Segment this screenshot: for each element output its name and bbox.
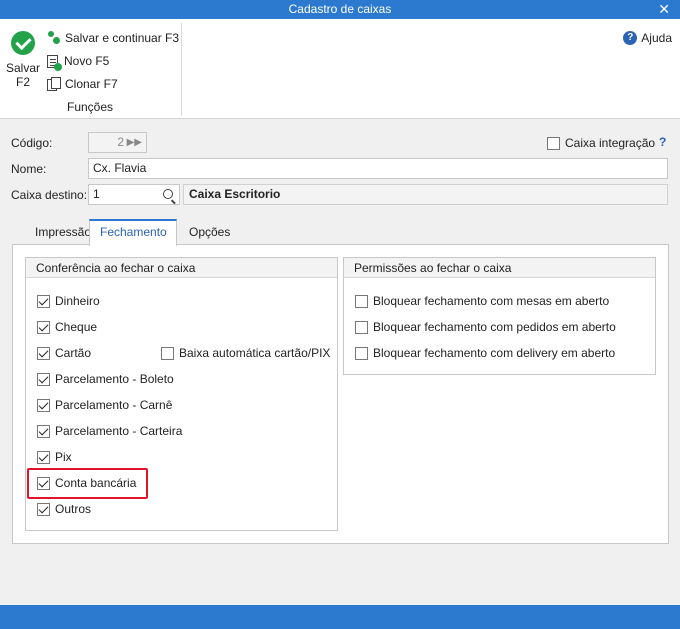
chk-label: Bloquear fechamento com delivery em aber… [373, 346, 616, 360]
chk-label: Parcelamento - Boleto [55, 372, 174, 386]
question-icon[interactable]: ? [659, 135, 666, 149]
close-icon[interactable]: ✕ [658, 0, 670, 18]
chk-label: Parcelamento - Carteira [55, 424, 183, 438]
status-bar [0, 605, 680, 629]
help-icon: ? [623, 31, 638, 45]
save-shortcut: F2 [15, 75, 30, 89]
chk-label: Pix [55, 450, 72, 464]
clone-icon [47, 77, 61, 91]
tab-fechamento[interactable]: Fechamento [89, 219, 177, 246]
help-button[interactable]: ? Ajuda [623, 31, 672, 45]
save-button[interactable]: Salvar F2 [4, 31, 42, 89]
ribbon-group-label: Funções [66, 100, 114, 114]
checkbox-box[interactable] [355, 294, 368, 308]
codigo-field: 2 ▶▶ [88, 132, 147, 153]
checkbox-box[interactable] [37, 320, 50, 334]
highlight-box [27, 468, 148, 499]
caixa-integracao-label: Caixa integração [565, 136, 656, 150]
tab-panel: Conferência ao fechar o caixa Permissões… [12, 244, 669, 544]
window-titlebar: Cadastro de caixas ✕ [0, 0, 680, 19]
nome-value: Cx. Flavia [93, 161, 147, 175]
chk-bloquear-delivery[interactable]: Bloquear fechamento com delivery em aber… [355, 345, 615, 361]
save-continue-button[interactable]: Salvar e continuar F3 [47, 29, 179, 47]
codigo-label: Código: [11, 136, 53, 150]
checkbox-box[interactable] [37, 424, 50, 438]
checkbox-box[interactable] [37, 346, 50, 360]
nome-input[interactable]: Cx. Flavia [88, 158, 668, 179]
chk-label: Baixa automática cartão/PIX [179, 346, 331, 360]
chk-cheque[interactable]: Cheque [37, 319, 97, 335]
chk-label: Bloquear fechamento com pedidos em abert… [373, 320, 616, 334]
clonar-label: Clonar F7 [65, 77, 118, 91]
help-label: Ajuda [641, 31, 672, 45]
caixa-destino-value: 1 [93, 187, 100, 201]
next-arrow-icon[interactable]: ▶▶ [127, 133, 142, 152]
ribbon: Salvar F2 Salvar e continuar F3 Novo F5 … [0, 19, 680, 119]
check-circle-icon [11, 31, 35, 55]
novo-button[interactable]: Novo F5 [47, 52, 110, 71]
chk-label: Bloquear fechamento com mesas em aberto [373, 294, 610, 308]
caixa-destino-label: Caixa destino: [11, 188, 88, 202]
codigo-value: 2 [117, 135, 124, 149]
chk-baixa-automatica[interactable]: Baixa automática cartão/PIX [161, 345, 330, 361]
chk-outros[interactable]: Outros [37, 501, 91, 517]
new-document-icon [47, 54, 62, 71]
chk-label: Cartão [55, 346, 92, 360]
chk-pix[interactable]: Pix [37, 449, 72, 465]
checkbox-box[interactable] [37, 450, 50, 464]
chk-label: Outros [55, 502, 92, 516]
clonar-button[interactable]: Clonar F7 [47, 75, 118, 93]
search-icon[interactable] [163, 189, 173, 199]
chk-label: Cheque [55, 320, 98, 334]
window-title: Cadastro de caixas [288, 2, 392, 16]
caixa-integracao-checkbox[interactable]: Caixa integração [547, 135, 655, 151]
save-continue-icon [47, 31, 61, 45]
checkbox-box[interactable] [37, 398, 50, 412]
checkbox-box[interactable] [37, 372, 50, 386]
save-label: Salvar [5, 61, 40, 75]
chk-parcelamento-boleto[interactable]: Parcelamento - Boleto [37, 371, 174, 387]
chk-parcelamento-carne[interactable]: Parcelamento - Carnê [37, 397, 172, 413]
chk-bloquear-mesas[interactable]: Bloquear fechamento com mesas em aberto [355, 293, 609, 309]
checkbox-box[interactable] [37, 502, 50, 516]
ribbon-divider [181, 23, 182, 116]
chk-label: Parcelamento - Carnê [55, 398, 173, 412]
caixa-integracao-box[interactable] [547, 136, 560, 150]
chk-cartao[interactable]: Cartão [37, 345, 91, 361]
checkbox-box[interactable] [355, 346, 368, 360]
checkbox-box[interactable] [161, 346, 174, 360]
chk-dinheiro[interactable]: Dinheiro [37, 293, 100, 309]
checkbox-box[interactable] [355, 320, 368, 334]
permissoes-title: Permissões ao fechar o caixa [344, 258, 655, 278]
caixa-destino-input[interactable]: 1 [88, 184, 180, 205]
nome-label: Nome: [11, 162, 47, 176]
chk-label: Dinheiro [55, 294, 100, 308]
chk-bloquear-pedidos[interactable]: Bloquear fechamento com pedidos em abert… [355, 319, 616, 335]
novo-label: Novo F5 [64, 54, 110, 68]
conferencia-title: Conferência ao fechar o caixa [26, 258, 337, 278]
tab-opcoes[interactable]: Opções [179, 219, 239, 245]
chk-parcelamento-carteira[interactable]: Parcelamento - Carteira [37, 423, 182, 439]
checkbox-box[interactable] [37, 294, 50, 308]
save-continue-label: Salvar e continuar F3 [65, 31, 180, 45]
caixa-destino-name: Caixa Escritorio [183, 184, 668, 205]
